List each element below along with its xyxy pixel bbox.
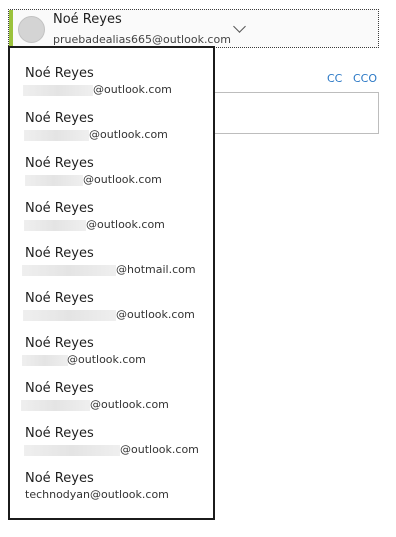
bcc-link[interactable]: CCO xyxy=(353,72,377,85)
account-name: Noé Reyes xyxy=(25,201,94,216)
redacted-username xyxy=(23,310,116,321)
account-option[interactable]: Noé Reyes @outlook.com xyxy=(21,381,210,423)
account-email: @outlook.com xyxy=(120,443,199,456)
account-option[interactable]: Noé Reyes @outlook.com xyxy=(23,66,210,108)
chevron-down-icon[interactable] xyxy=(233,20,246,33)
account-name: Noé Reyes xyxy=(25,336,94,351)
account-email: @outlook.com xyxy=(67,353,146,366)
account-email: @outlook.com xyxy=(93,83,172,96)
cc-link[interactable]: CC xyxy=(327,72,342,85)
account-option[interactable]: Noé Reyes @outlook.com xyxy=(24,111,210,153)
account-name: Noé Reyes xyxy=(25,156,94,171)
account-option[interactable]: Noé Reyes technodyan@outlook.com xyxy=(25,471,210,513)
account-dropdown: Noé Reyes @outlook.com Noé Reyes @outloo… xyxy=(8,46,215,520)
account-name: Noé Reyes xyxy=(25,471,94,486)
account-option[interactable]: Noé Reyes @hotmail.com xyxy=(22,246,210,288)
account-email: @hotmail.com xyxy=(116,263,196,276)
account-email: technodyan@outlook.com xyxy=(25,488,169,501)
redacted-username xyxy=(22,355,68,366)
account-name: Noé Reyes xyxy=(25,381,94,396)
account-option[interactable]: Noé Reyes @outlook.com xyxy=(25,156,210,198)
account-option[interactable]: Noé Reyes @outlook.com xyxy=(22,336,210,378)
redacted-username xyxy=(24,220,86,231)
account-option[interactable]: Noé Reyes @outlook.com xyxy=(24,426,210,468)
redacted-username xyxy=(21,400,90,411)
sender-name: Noé Reyes xyxy=(53,12,122,27)
account-name: Noé Reyes xyxy=(25,291,94,306)
redacted-username xyxy=(25,175,83,186)
account-email: @outlook.com xyxy=(90,398,169,411)
redacted-username xyxy=(24,130,89,141)
account-email: @outlook.com xyxy=(83,173,162,186)
redacted-username xyxy=(23,85,93,96)
selected-accent-bar xyxy=(9,10,13,47)
account-name: Noé Reyes xyxy=(25,426,94,441)
account-name: Noé Reyes xyxy=(25,66,94,81)
account-name: Noé Reyes xyxy=(25,111,94,126)
account-option[interactable]: Noé Reyes @outlook.com xyxy=(23,291,210,333)
account-email: @outlook.com xyxy=(89,128,168,141)
recipient-field[interactable] xyxy=(213,92,379,134)
account-email: @outlook.com xyxy=(116,308,195,321)
from-account-selector[interactable]: Noé Reyes pruebadealias665@outlook.com xyxy=(8,9,379,48)
avatar xyxy=(18,16,45,43)
redacted-username xyxy=(22,265,116,276)
account-name: Noé Reyes xyxy=(25,246,94,261)
account-option[interactable]: Noé Reyes @outlook.com xyxy=(24,201,210,243)
account-email: @outlook.com xyxy=(86,218,165,231)
redacted-username xyxy=(24,445,120,456)
sender-email: pruebadealias665@outlook.com xyxy=(53,33,231,46)
